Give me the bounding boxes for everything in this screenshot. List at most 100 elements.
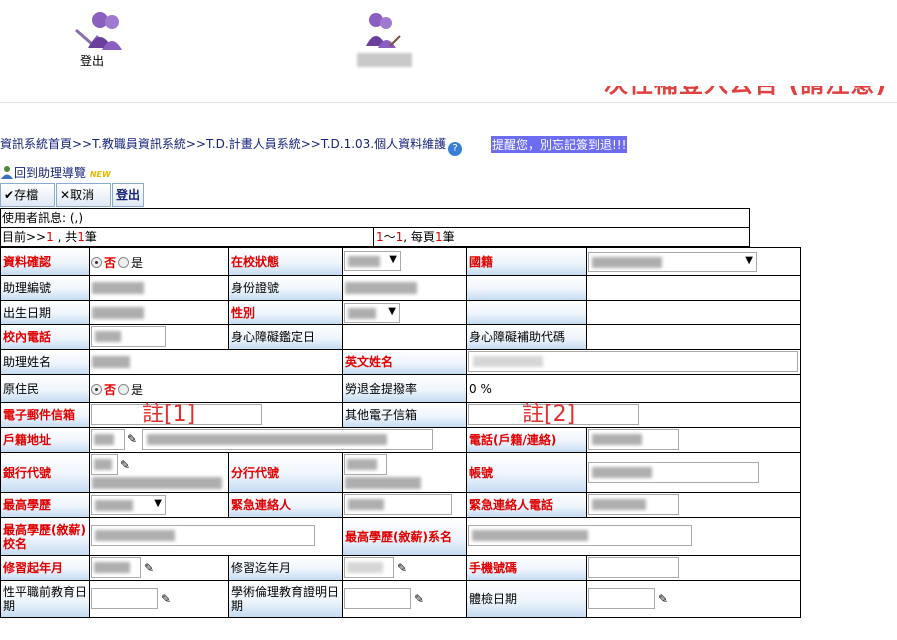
degree-school-input[interactable] <box>91 525 315 546</box>
calendar-icon[interactable]: ✎ <box>161 592 171 606</box>
radio-no[interactable] <box>91 384 102 395</box>
label-ethics-edu-date: 學術倫理教育證明日期 <box>229 581 343 617</box>
ethics-edu-date-input[interactable] <box>344 588 411 609</box>
mobile-input[interactable] <box>588 557 679 578</box>
label-data-confirm: 資料確認 <box>1 248 90 276</box>
radio-no[interactable] <box>91 257 102 268</box>
gender-select[interactable]: ▼ <box>344 303 400 323</box>
help-icon[interactable]: ? <box>448 142 463 156</box>
branch-code-input[interactable] <box>344 454 387 475</box>
personal-data-form: 資料確認 否是 在校狀態 ▼ 國籍 ▼ 助理編號 身份證號 出生日期 性別 ▼ … <box>0 247 801 618</box>
data-confirm-radio[interactable]: 否是 <box>91 254 143 271</box>
logout-icon[interactable] <box>74 10 122 50</box>
health-check-date-cell: ✎ <box>587 581 800 617</box>
close-icon: ✕ <box>60 188 71 202</box>
chevron-down-icon: ▼ <box>389 254 397 265</box>
label-disability-code: 身心障礙補助代碼 <box>467 325 587 350</box>
user-icon <box>364 10 404 50</box>
cancel-button[interactable]: ✕取消 <box>56 183 111 207</box>
label-bank-code: 銀行代號 <box>1 453 90 493</box>
degree-dept-input[interactable] <box>468 525 692 546</box>
back-to-guide-link[interactable]: 回到助理導覽 NEW <box>0 164 111 181</box>
label-emergency-phone: 緊急連絡人電話 <box>467 493 587 518</box>
study-end-input[interactable] <box>344 557 394 578</box>
logout-label[interactable]: 登出 <box>80 52 104 69</box>
mobile-cell <box>587 556 800 581</box>
radio-yes[interactable] <box>118 257 130 268</box>
range-mid: , 每頁 <box>403 230 435 244</box>
study-start-input[interactable] <box>91 557 141 578</box>
nationality-select[interactable]: ▼ <box>588 252 757 272</box>
study-start-cell: ✎ <box>90 556 229 581</box>
assistant-no-cell <box>90 276 229 301</box>
study-end-cell: ✎ <box>343 556 467 581</box>
address-cell: ✎ <box>90 428 467 453</box>
bank-code-cell: ✎ <box>90 453 229 493</box>
campus-phone-input[interactable] <box>91 326 166 347</box>
label-study-start: 修習起年月 <box>1 556 90 581</box>
gender-edu-date-cell: ✎ <box>90 581 229 617</box>
calendar-icon[interactable]: ✎ <box>397 561 407 575</box>
annotation-note-1: 註[1] <box>142 402 196 427</box>
emergency-contact-input[interactable] <box>344 494 452 515</box>
back-link-label[interactable]: 回到助理導覽 <box>14 166 86 180</box>
status-box: 使用者訊息: (,) 目前>>1 , 共1筆 1～1, 每頁1筆 <box>0 208 750 247</box>
label-aboriginal: 原住民 <box>1 375 90 403</box>
label-email: 電子郵件信箱 <box>1 403 90 428</box>
highest-degree-cell: ▼ <box>90 493 229 518</box>
lookup-icon[interactable]: ✎ <box>120 458 130 472</box>
label-assistant-no: 助理編號 <box>1 276 90 301</box>
save-button[interactable]: ✔存檔 <box>0 183 55 207</box>
position-prefix: 目前>> <box>2 230 47 244</box>
on-campus-status-select[interactable]: ▼ <box>344 251 401 271</box>
label-pension-rate: 勞退金提撥率 <box>343 375 467 403</box>
new-badge: NEW <box>89 170 111 179</box>
degree-dept-cell <box>467 518 800 556</box>
pension-rate-cell: 0 % <box>467 375 800 403</box>
phone-input[interactable] <box>588 429 679 450</box>
other-email-cell <box>467 403 800 428</box>
disability-code-cell <box>587 325 800 350</box>
label-nationality: 國籍 <box>467 248 587 276</box>
position-current: 1 <box>46 230 54 244</box>
label-english-name: 英文姓名 <box>343 350 467 375</box>
aboriginal-radio[interactable]: 否是 <box>91 381 143 398</box>
emergency-contact-cell <box>343 493 467 518</box>
english-name-input[interactable] <box>468 351 798 372</box>
on-campus-status-cell: ▼ <box>343 248 467 276</box>
reminder-text: 提醒您，別忘記簽到退!!! <box>491 136 628 153</box>
radio-yes[interactable] <box>118 384 130 395</box>
label-id-no: 身份證號 <box>229 276 343 301</box>
highest-degree-select[interactable]: ▼ <box>91 495 166 515</box>
calendar-icon[interactable]: ✎ <box>414 592 424 606</box>
user-name-redacted <box>357 53 412 67</box>
label-phone: 電話(戶籍/連絡) <box>467 428 587 453</box>
label-empty-1 <box>467 276 587 301</box>
record-range: 1～1, 每頁1筆 <box>375 228 455 246</box>
account-input[interactable] <box>588 462 759 483</box>
label-study-end: 修習迄年月 <box>229 556 343 581</box>
label-empty-2 <box>467 301 587 325</box>
radio-no-label: 否 <box>104 256 117 270</box>
toolbar-logout-button[interactable]: 登出 <box>112 183 144 207</box>
emergency-phone-input[interactable] <box>588 494 679 515</box>
birth-date-cell <box>90 301 229 325</box>
disability-date-cell <box>343 325 467 350</box>
check-icon: ✔ <box>4 188 15 202</box>
label-other-email: 其他電子信箱 <box>343 403 467 428</box>
address-input[interactable] <box>142 429 433 450</box>
calendar-icon[interactable]: ✎ <box>144 561 154 575</box>
gender-edu-date-input[interactable] <box>91 588 158 609</box>
position-total: 1 <box>77 230 85 244</box>
breadcrumb: 資訊系統首頁>>T.教職員資訊系統>>T.D.計畫人員系統>>T.D.1.03.… <box>0 135 463 156</box>
breadcrumb-text[interactable]: 資訊系統首頁>>T.教職員資訊系統>>T.D.計畫人員系統>>T.D.1.03.… <box>0 137 446 151</box>
health-check-date-input[interactable] <box>588 588 655 609</box>
save-label: 存檔 <box>14 188 39 202</box>
bank-code-input[interactable] <box>91 454 118 475</box>
label-gender-edu-date: 性平職前教育日期 <box>1 581 90 617</box>
zip-input[interactable] <box>91 429 125 450</box>
lookup-icon[interactable]: ✎ <box>127 432 137 446</box>
campus-phone-cell <box>90 325 229 350</box>
calendar-icon[interactable]: ✎ <box>658 592 668 606</box>
id-no-cell <box>343 276 467 301</box>
